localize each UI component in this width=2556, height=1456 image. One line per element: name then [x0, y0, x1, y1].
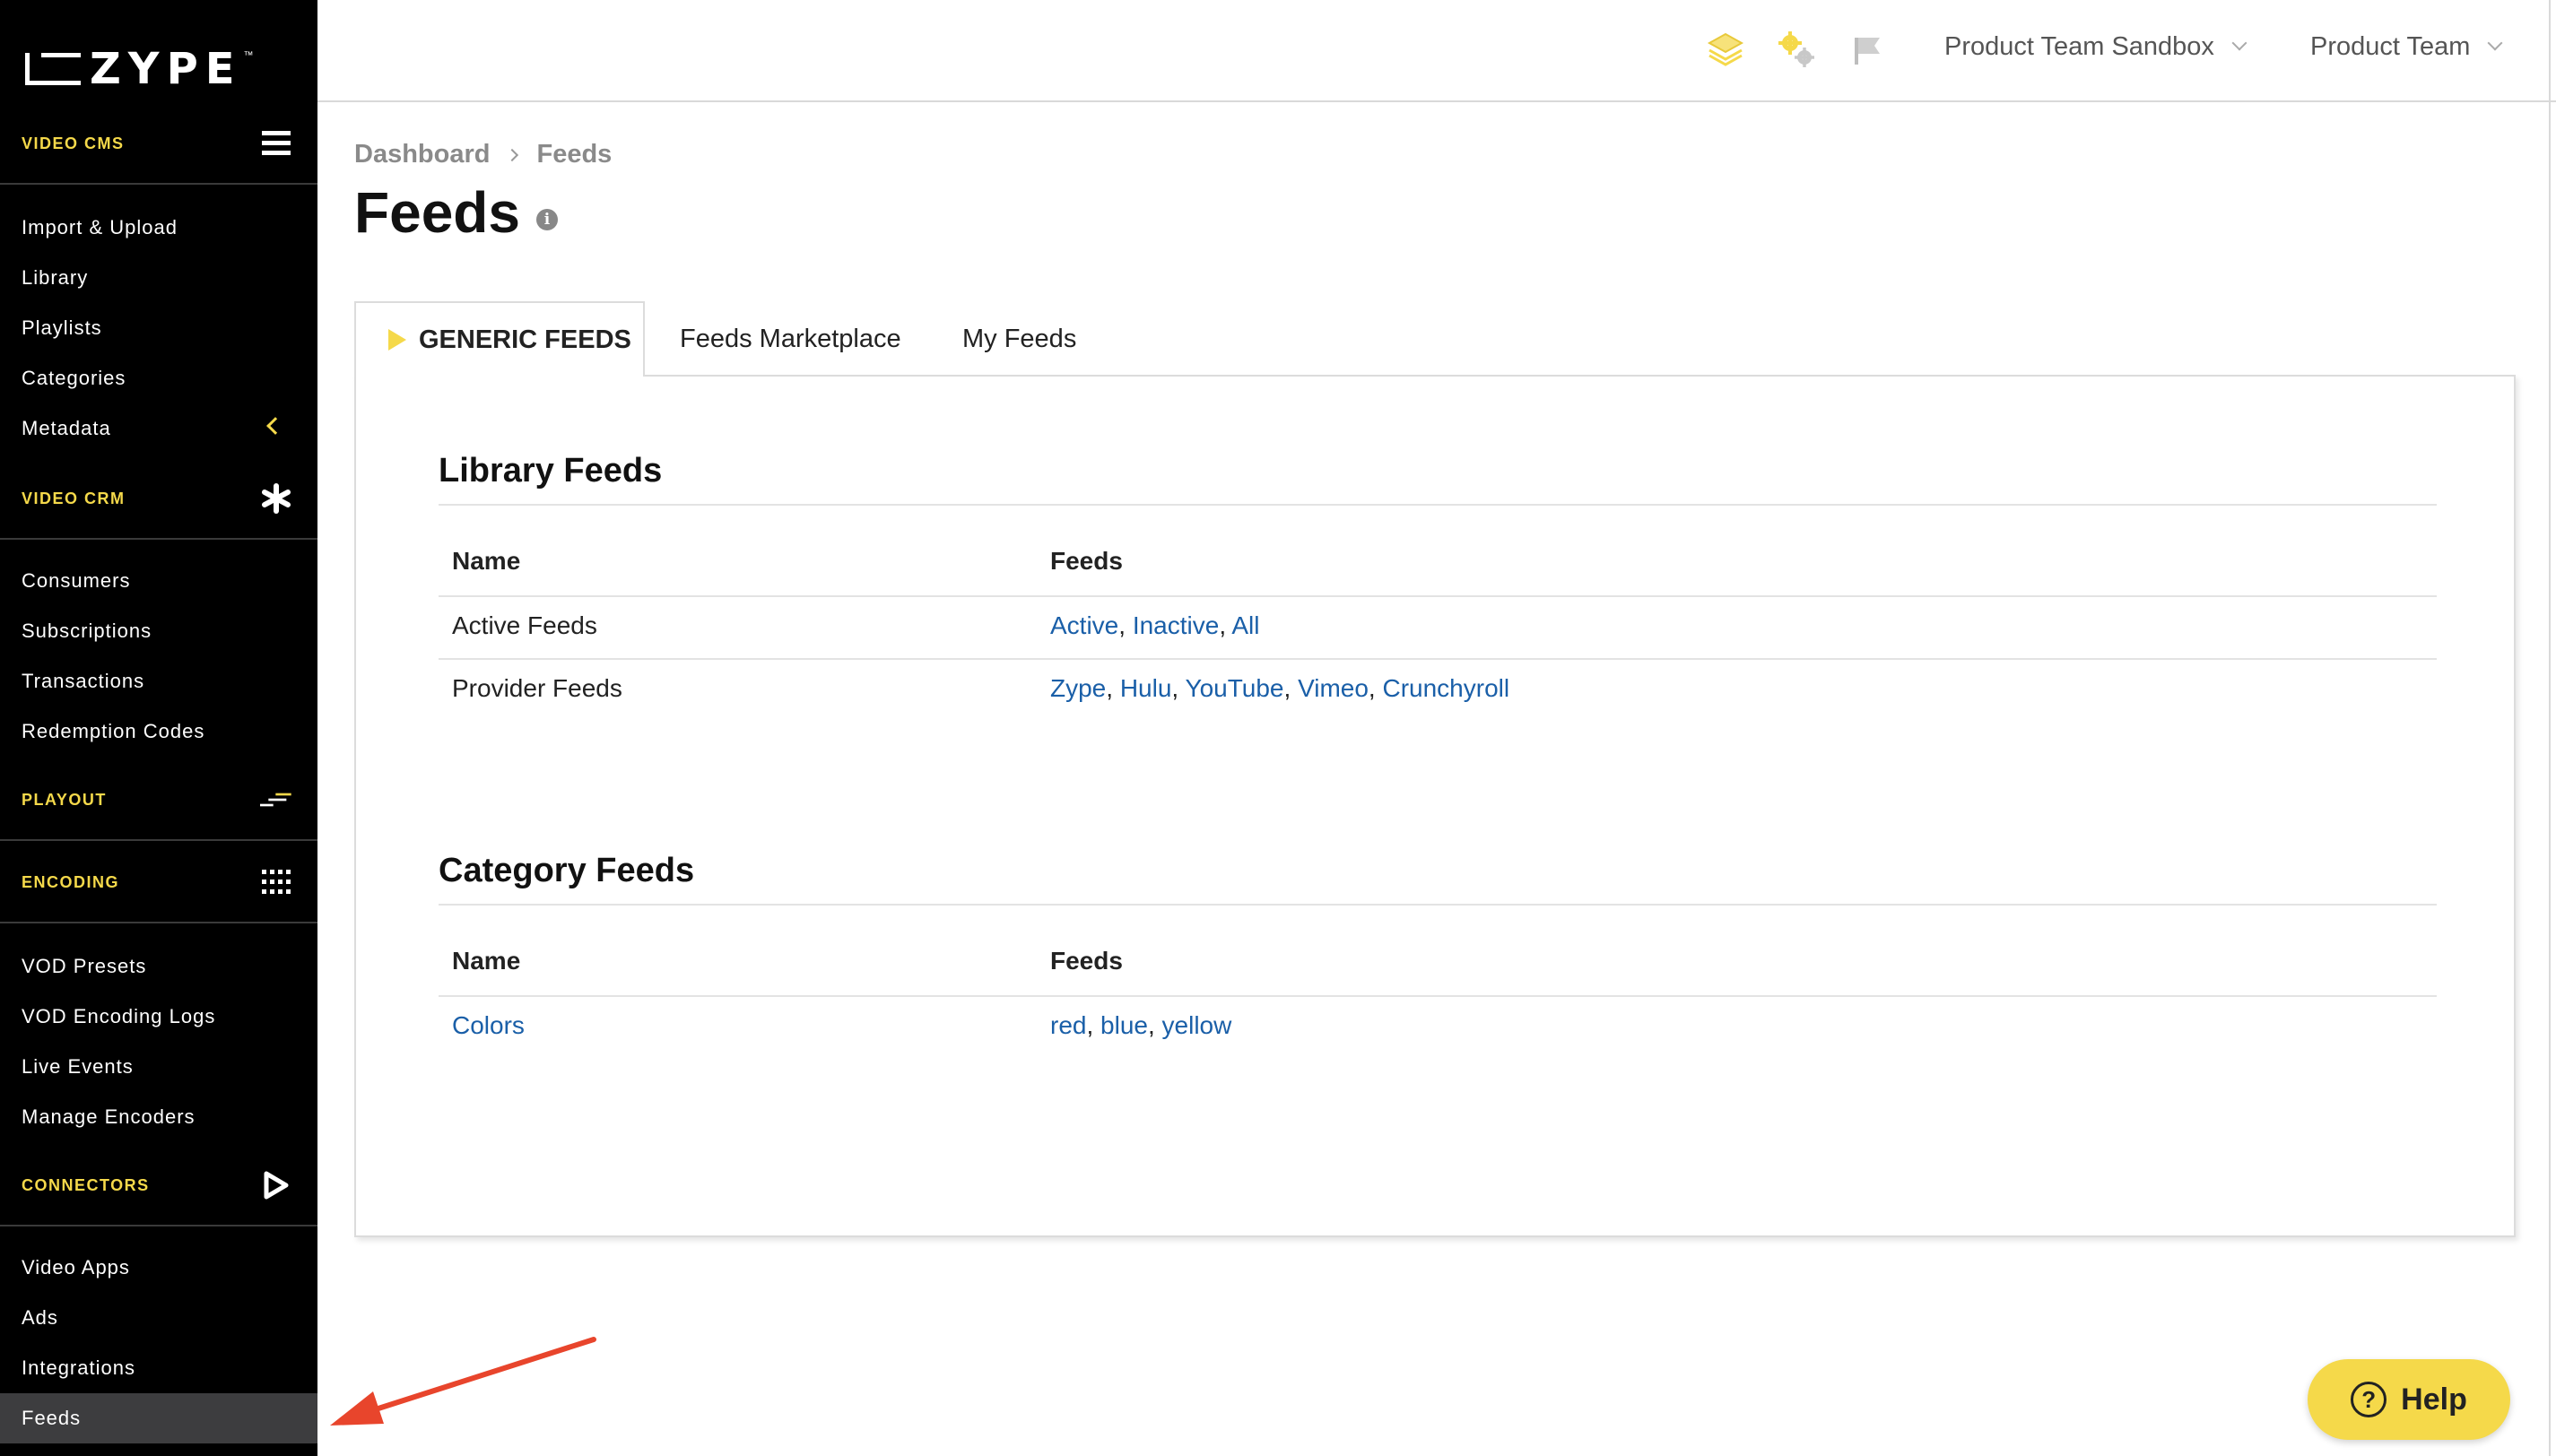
divider: [439, 658, 2437, 660]
play-outline-icon: [260, 1169, 292, 1201]
hamburger-icon[interactable]: [260, 127, 292, 160]
sidebar-item-vod-presets[interactable]: VOD Presets: [0, 941, 317, 992]
table-row-name: Provider Feeds: [452, 674, 622, 702]
logo-text: ZYPE: [90, 44, 242, 94]
table-row-feeds: red, blue, yellow: [1050, 1011, 1232, 1039]
team-dropdown[interactable]: Product Team: [2310, 27, 2503, 66]
category-feeds-title: Category Feeds: [439, 852, 695, 889]
feed-link-crunchyroll[interactable]: Crunchyroll: [1382, 674, 1509, 702]
zype-logo[interactable]: ZYPE ™: [25, 47, 254, 91]
org-dropdown-label: Product Team Sandbox: [1944, 31, 2214, 61]
stack-icon[interactable]: [1706, 30, 1745, 70]
sidebar-item-feeds[interactable]: Feeds: [0, 1393, 317, 1443]
question-circle-icon: ?: [2351, 1382, 2387, 1417]
feed-link-blue[interactable]: blue: [1100, 1011, 1148, 1039]
tab-generic-feeds[interactable]: GENERIC FEEDS: [354, 301, 645, 377]
feed-link-zype[interactable]: Zype: [1050, 674, 1106, 702]
section-playout[interactable]: PLAYOUT: [0, 760, 317, 841]
asterisk-icon: [260, 482, 292, 515]
play-triangle-icon: [388, 329, 406, 351]
feed-link-youtube[interactable]: YouTube: [1185, 674, 1283, 702]
table-row-feeds: Active, Inactive, All: [1050, 611, 1260, 639]
sidebar-item-redemption-codes[interactable]: Redemption Codes: [0, 706, 317, 757]
breadcrumb: Dashboard Feeds: [354, 140, 612, 169]
annotation-arrow: [330, 1337, 596, 1426]
scrollbar-edge: [2549, 0, 2551, 1456]
generic-feeds-panel: Library Feeds Name Feeds Active Feeds Ac…: [354, 375, 2516, 1237]
sidebar-item-metadata[interactable]: Metadata: [0, 403, 317, 454]
section-label: VIDEO CMS: [22, 134, 125, 152]
tab-feeds-marketplace[interactable]: Feeds Marketplace: [680, 301, 901, 377]
grid-dots-icon: [260, 866, 292, 898]
column-header-feeds: Feeds: [1050, 947, 1123, 975]
section-label: CONNECTORS: [22, 1175, 150, 1194]
divider: [439, 595, 2437, 597]
org-dropdown[interactable]: Product Team Sandbox: [1944, 27, 2247, 66]
sidebar-item-subscriptions[interactable]: Subscriptions: [0, 606, 317, 656]
sidebar: ZYPE ™ VIDEO CMS Import & Upload Library…: [0, 0, 317, 1456]
sidebar-item-playlists[interactable]: Playlists: [0, 303, 317, 353]
help-button[interactable]: ? Help: [2308, 1359, 2510, 1440]
sidebar-item-manage-encoders[interactable]: Manage Encoders: [0, 1092, 317, 1142]
feed-link-active[interactable]: Active: [1050, 611, 1118, 639]
feed-link-red[interactable]: red: [1050, 1011, 1086, 1039]
feed-link-inactive[interactable]: Inactive: [1133, 611, 1220, 639]
chevron-right-icon: [506, 148, 519, 161]
table-row-feeds: Zype, Hulu, YouTube, Vimeo, Crunchyroll: [1050, 674, 1510, 702]
tab-label: GENERIC FEEDS: [419, 325, 631, 354]
playout-lines-icon: [260, 784, 292, 816]
table-row-name: Active Feeds: [452, 611, 597, 639]
team-dropdown-label: Product Team: [2310, 31, 2471, 61]
feed-link-vimeo[interactable]: Vimeo: [1298, 674, 1369, 702]
divider: [439, 995, 2437, 997]
sidebar-item-label: Metadata: [22, 417, 111, 439]
section-video-cms[interactable]: VIDEO CMS: [0, 104, 317, 185]
sidebar-item-transactions[interactable]: Transactions: [0, 656, 317, 706]
table-row-name: Colors: [452, 1011, 525, 1040]
column-header-name: Name: [452, 547, 521, 575]
sidebar-item-library[interactable]: Library: [0, 253, 317, 303]
divider: [439, 504, 2437, 506]
section-encoding[interactable]: ENCODING: [0, 843, 317, 923]
breadcrumb-dashboard[interactable]: Dashboard: [354, 140, 490, 169]
section-label: ENCODING: [22, 872, 120, 891]
chevron-down-icon: [2487, 35, 2503, 51]
chevron-left-icon[interactable]: [266, 417, 284, 435]
feed-link-hulu[interactable]: Hulu: [1120, 674, 1172, 702]
breadcrumb-current: Feeds: [536, 140, 613, 169]
category-link-colors[interactable]: Colors: [452, 1011, 525, 1039]
sidebar-item-vod-encoding-logs[interactable]: VOD Encoding Logs: [0, 992, 317, 1042]
section-video-crm[interactable]: VIDEO CRM: [0, 459, 317, 540]
sidebar-item-integrations[interactable]: Integrations: [0, 1343, 317, 1393]
top-bar: Product Team Sandbox Product Team: [317, 0, 2556, 102]
logo-mark: [25, 53, 81, 85]
sidebar-item-categories[interactable]: Categories: [0, 353, 317, 403]
section-connectors[interactable]: CONNECTORS: [0, 1146, 317, 1226]
chevron-down-icon: [2231, 35, 2247, 51]
sidebar-item-ads[interactable]: Ads: [0, 1293, 317, 1343]
section-label: VIDEO CRM: [22, 489, 126, 507]
page-title-text: Feeds: [354, 180, 520, 245]
tab-my-feeds[interactable]: My Feeds: [962, 301, 1076, 377]
column-header-name: Name: [452, 947, 521, 975]
sidebar-item-consumers[interactable]: Consumers: [0, 556, 317, 606]
library-feeds-title: Library Feeds: [439, 452, 663, 490]
section-label: PLAYOUT: [22, 790, 107, 809]
page-title: Feeds i: [354, 179, 558, 246]
help-button-label: Help: [2401, 1382, 2467, 1417]
gears-icon[interactable]: [1778, 30, 1817, 70]
feed-link-yellow[interactable]: yellow: [1162, 1011, 1232, 1039]
feed-link-all[interactable]: All: [1231, 611, 1259, 639]
info-icon[interactable]: i: [535, 209, 558, 230]
divider: [439, 904, 2437, 906]
logo-trademark: ™: [243, 50, 254, 61]
sidebar-item-import-upload[interactable]: Import & Upload: [0, 203, 317, 253]
flag-icon[interactable]: [1849, 30, 1889, 70]
column-header-feeds: Feeds: [1050, 547, 1123, 575]
sidebar-item-video-apps[interactable]: Video Apps: [0, 1243, 317, 1293]
sidebar-item-live-events[interactable]: Live Events: [0, 1042, 317, 1092]
